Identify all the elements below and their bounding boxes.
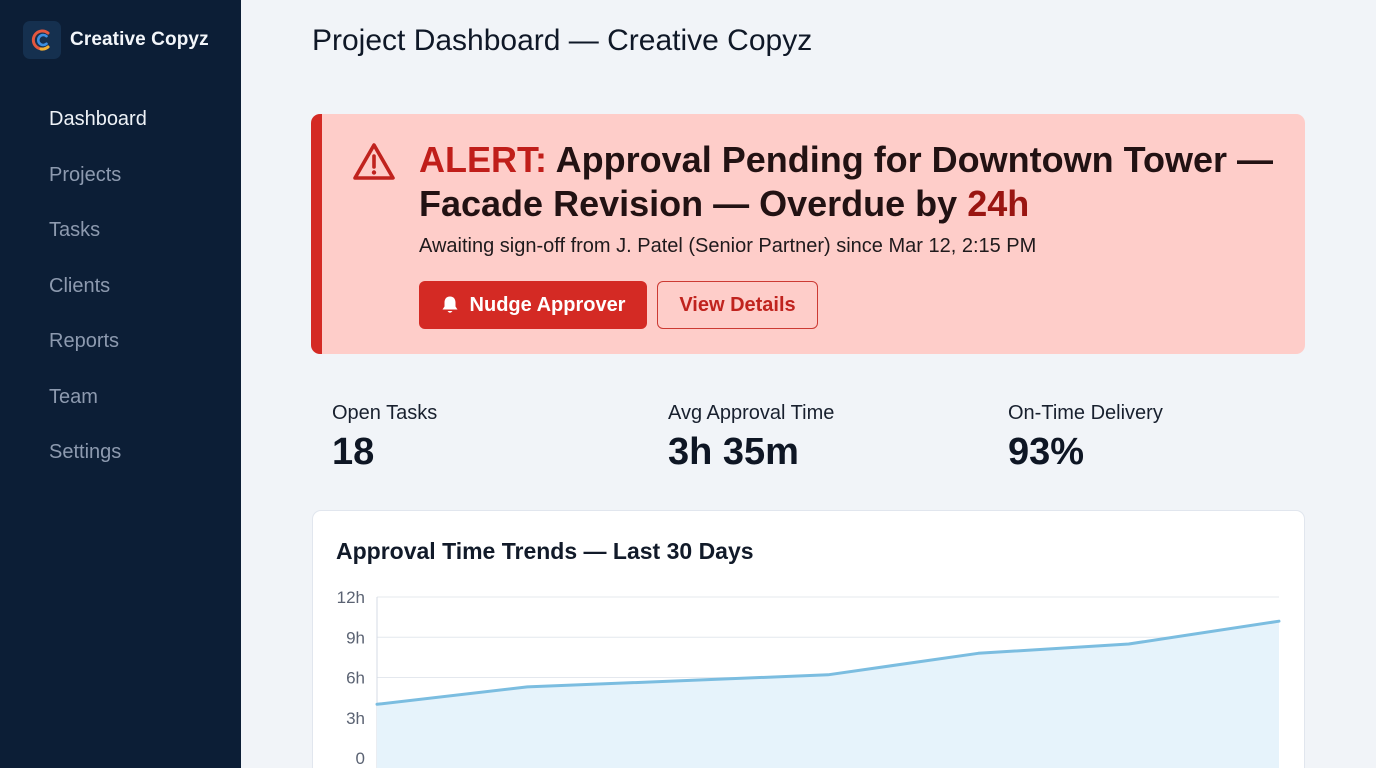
stat-avg-approval-time: Avg Approval Time 3h 35m: [668, 402, 834, 474]
sidebar-item-team[interactable]: Team: [49, 386, 98, 409]
sidebar: Creative Copyz Dashboard Projects Tasks …: [0, 0, 241, 768]
y-tick-label: 12h: [337, 588, 365, 607]
sidebar-item-settings[interactable]: Settings: [49, 441, 121, 464]
sidebar-item-clients[interactable]: Clients: [49, 275, 110, 298]
approval-trends-chart: 0 3h 6h 9h 12h: [337, 588, 1281, 768]
warning-triangle-icon: [352, 142, 396, 187]
sidebar-item-reports[interactable]: Reports: [49, 330, 119, 353]
brand[interactable]: Creative Copyz: [23, 21, 209, 59]
stat-label: On-Time Delivery: [1008, 402, 1163, 424]
approval-trends-card: Approval Time Trends — Last 30 Days 0 3h 6…: [312, 510, 1305, 768]
nudge-approver-label: Nudge Approver: [469, 293, 626, 316]
stat-on-time-delivery: On-Time Delivery 93%: [1008, 402, 1163, 474]
sidebar-item-projects[interactable]: Projects: [49, 164, 121, 187]
alert-banner: ALERT: Approval Pending for Downtown Tow…: [311, 114, 1305, 354]
sidebar-item-dashboard[interactable]: Dashboard: [49, 108, 147, 131]
bell-icon: [441, 295, 459, 315]
brand-name: Creative Copyz: [70, 29, 209, 50]
alert-prefix: ALERT:: [419, 139, 547, 180]
creative-copyz-logo-icon: [23, 21, 61, 59]
stat-value: 93%: [1008, 431, 1085, 473]
y-tick-label: 6h: [346, 669, 365, 688]
page-title: Project Dashboard — Creative Copyz: [312, 24, 813, 57]
view-details-button[interactable]: View Details: [657, 281, 818, 329]
y-tick-label: 9h: [346, 628, 365, 647]
nudge-approver-button[interactable]: Nudge Approver: [419, 281, 647, 329]
stat-label: Avg Approval Time: [668, 402, 835, 424]
alert-overdue-duration: 24h: [967, 183, 1030, 224]
y-tick-label: 0: [356, 749, 365, 768]
sidebar-item-tasks[interactable]: Tasks: [49, 219, 100, 242]
y-tick-label: 3h: [346, 709, 365, 728]
alert-headline-text: Approval Pending for Downtown Tower — Fa…: [419, 139, 1273, 224]
stat-value: 18: [332, 431, 375, 473]
stat-value: 3h 35m: [668, 431, 799, 473]
alert-headline: ALERT: Approval Pending for Downtown Tow…: [419, 138, 1289, 226]
stat-open-tasks: Open Tasks 18: [332, 402, 437, 474]
alert-subtext: Awaiting sign-off from J. Patel (Senior …: [419, 235, 1037, 257]
stat-label: Open Tasks: [332, 402, 438, 424]
